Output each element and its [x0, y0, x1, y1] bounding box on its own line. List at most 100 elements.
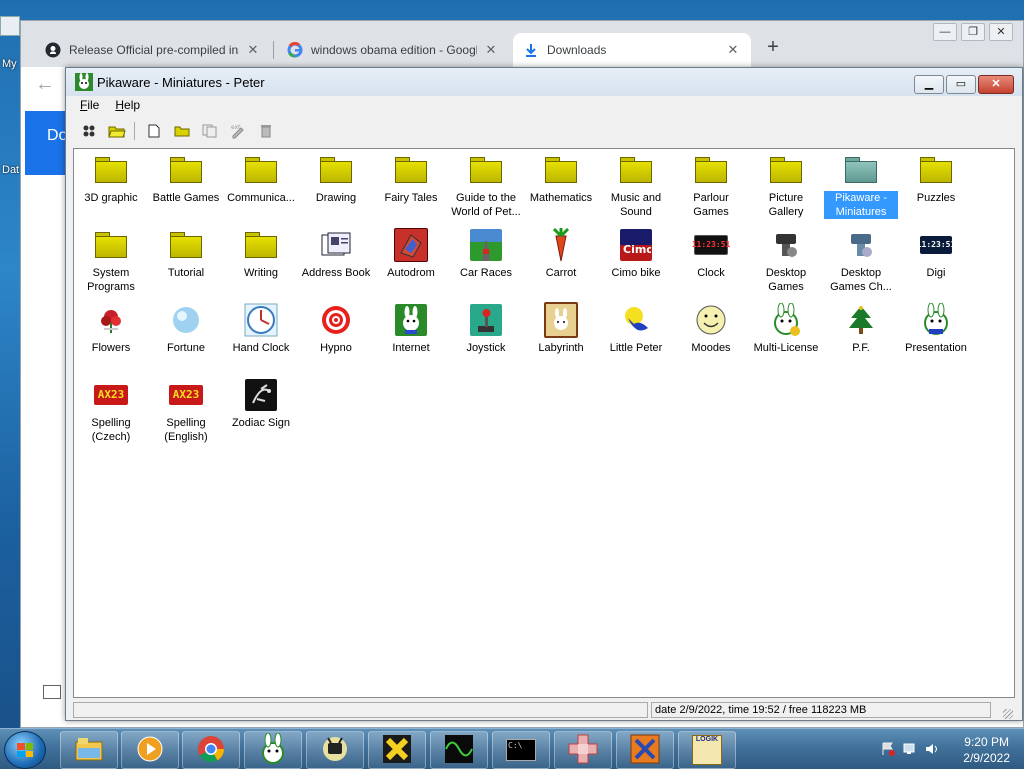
item-tutorial[interactable]: Tutorial	[149, 228, 223, 280]
item-spelling-czech[interactable]: AX23 Spelling (Czech)	[74, 378, 148, 444]
tab-downloads[interactable]: Downloads ✕	[513, 33, 751, 67]
item-label: P.F.	[852, 342, 870, 354]
taskbar-explorer-button[interactable]	[60, 731, 118, 769]
toolbar-separator	[134, 122, 135, 140]
item-moodes[interactable]: Moodes	[674, 303, 748, 355]
tab-google-search[interactable]: windows obama edition - Google ✕	[277, 33, 509, 67]
item-hypno[interactable]: Hypno	[299, 303, 373, 355]
open-folder-icon[interactable]	[106, 121, 128, 141]
item-writing[interactable]: Writing	[224, 228, 298, 280]
item-fortune[interactable]: Fortune	[149, 303, 223, 355]
pikaware-window-controls: ▁ ▭ ✕	[914, 75, 1014, 94]
close-button[interactable]: ✕	[978, 75, 1014, 94]
minimize-button[interactable]: —	[933, 23, 957, 41]
start-button[interactable]	[4, 731, 46, 769]
item-puzzles[interactable]: Puzzles	[899, 153, 973, 205]
item-clock[interactable]: 11:23:51 Clock	[674, 228, 748, 280]
item-3d-graphic[interactable]: 3D graphic	[74, 153, 148, 205]
item-label: Moodes	[691, 342, 731, 354]
item-label: Zodiac Sign	[231, 417, 291, 429]
item-spelling-english[interactable]: AX23 Spelling (English)	[149, 378, 223, 444]
taskbar-clock[interactable]: 9:20 PM 2/9/2022	[963, 734, 1010, 766]
item-autodrom[interactable]: Autodrom	[374, 228, 448, 280]
item-little-peter[interactable]: Little Peter	[599, 303, 673, 355]
item-digi[interactable]: 11:23:51 Digi	[899, 228, 973, 280]
item-drawing[interactable]: Drawing	[299, 153, 373, 205]
item-zodiac-sign[interactable]: Zodiac Sign	[224, 378, 298, 430]
taskbar-media-player-button[interactable]	[121, 731, 179, 769]
item-cimo-bike[interactable]: Cimo Cimo bike	[599, 228, 673, 280]
item-carrot[interactable]: Carrot	[524, 228, 598, 280]
maximize-button[interactable]: ❐	[961, 23, 985, 41]
item-desktop-games[interactable]: Desktop Games	[749, 228, 823, 294]
item-picture-gallery[interactable]: Picture Gallery	[749, 153, 823, 219]
item-pikaware-miniatures[interactable]: Pikaware - Miniatures	[823, 153, 899, 220]
item-presentation[interactable]: Presentation	[899, 303, 973, 355]
taskbar-x-game-button[interactable]	[368, 731, 426, 769]
tv-icon	[320, 734, 350, 767]
taskbar-tv-button[interactable]	[306, 731, 364, 769]
taskbar-cmd-button[interactable]: C:\	[492, 731, 550, 769]
taskbar-chrome-button[interactable]	[182, 731, 240, 769]
tab-close-icon[interactable]: ✕	[483, 42, 499, 58]
delete-icon[interactable]	[255, 121, 277, 141]
back-arrow-icon[interactable]: ←	[35, 73, 55, 96]
item-system-programs[interactable]: System Programs	[74, 228, 148, 294]
copy-icon[interactable]	[199, 121, 221, 141]
tab-close-icon[interactable]: ✕	[245, 42, 261, 58]
item-car-races[interactable]: Car Races	[449, 228, 523, 280]
moodes-icon	[694, 303, 728, 337]
taskbar-logik-button[interactable]: LOGIK	[678, 731, 736, 769]
item-label: Joystick	[466, 342, 506, 354]
minimize-button[interactable]: ▁	[914, 75, 944, 94]
item-multi-license[interactable]: Multi-License	[749, 303, 823, 355]
item-parlour-games[interactable]: Parlour Games	[674, 153, 748, 219]
item-label: Desktop Games Ch...	[830, 267, 892, 293]
item-hand-clock[interactable]: Hand Clock	[224, 303, 298, 355]
new-folder-icon[interactable]	[171, 121, 193, 141]
desktop-label-dat[interactable]: Dat	[2, 164, 19, 176]
tab-close-icon[interactable]: ✕	[725, 42, 741, 58]
item-music-and-sound[interactable]: Music and Sound	[599, 153, 673, 219]
menu-help[interactable]: Help	[115, 98, 140, 112]
desktop-label-my[interactable]: My	[2, 58, 17, 70]
pikaware-title-bar[interactable]: Pikaware - Miniatures - Peter ▁ ▭ ✕	[66, 68, 1022, 96]
volume-icon[interactable]	[924, 741, 940, 757]
item-fairy-tales[interactable]: Fairy Tales	[374, 153, 448, 205]
digital-clock-icon: 11:23:51	[692, 228, 730, 262]
item-mathematics[interactable]: Mathematics	[524, 153, 598, 205]
item-battle-games[interactable]: Battle Games	[149, 153, 223, 205]
item-communica[interactable]: Communica...	[224, 153, 298, 205]
resize-grip[interactable]	[1003, 709, 1013, 719]
item-desktop-games-ch[interactable]: Desktop Games Ch...	[824, 228, 898, 294]
edit-icon[interactable]: ext	[227, 121, 249, 141]
maximize-button[interactable]: ▭	[946, 75, 976, 94]
taskbar-oscilloscope-button[interactable]	[430, 731, 488, 769]
folder-icon	[469, 153, 503, 187]
new-file-icon[interactable]	[143, 121, 165, 141]
new-tab-button[interactable]: +	[761, 35, 785, 59]
item-flowers[interactable]: Flowers	[74, 303, 148, 355]
item-guide-to-the-world-of-pet[interactable]: Guide to the World of Pet...	[449, 153, 523, 219]
multi-license-icon	[769, 303, 803, 337]
item-joystick[interactable]: Joystick	[449, 303, 523, 355]
action-center-icon[interactable]	[880, 741, 896, 757]
item-internet[interactable]: Internet	[374, 303, 448, 355]
taskbar-x-box-button[interactable]	[616, 731, 674, 769]
item-p-f[interactable]: P.F.	[824, 303, 898, 355]
network-icon[interactable]	[902, 741, 918, 757]
window-icon[interactable]	[43, 685, 61, 699]
item-label: Spelling (English)	[164, 417, 208, 443]
item-labyrinth[interactable]: Labyrinth	[524, 302, 598, 355]
taskbar-pikaware-button[interactable]	[244, 731, 302, 769]
item-address-book[interactable]: Address Book	[299, 228, 373, 280]
close-button[interactable]: ✕	[989, 23, 1013, 41]
menu-file[interactable]: File	[80, 98, 99, 112]
item-label: Drawing	[315, 192, 357, 204]
cimo-bike-icon: Cimo	[619, 228, 653, 262]
tab-github-release[interactable]: Release Official pre-compiled ins ✕	[35, 33, 271, 67]
taskbar-cross-puzzle-button[interactable]	[554, 731, 612, 769]
desktop-icon-computer[interactable]	[0, 16, 20, 36]
spelling-icon: AX23	[94, 378, 128, 412]
run-icon[interactable]	[78, 121, 100, 141]
